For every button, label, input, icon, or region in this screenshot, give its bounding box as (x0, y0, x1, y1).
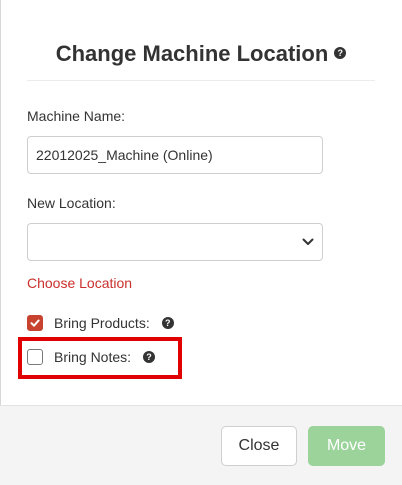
check-icon (30, 319, 40, 327)
new-location-select[interactable] (27, 223, 323, 261)
bring-products-row: Bring Products: ? (27, 314, 174, 332)
close-button[interactable]: Close (221, 426, 297, 466)
title-help-icon[interactable]: ? (334, 47, 347, 60)
title-divider (27, 80, 375, 81)
dialog-title: Change Machine Location? (0, 40, 402, 67)
move-button[interactable]: Move (308, 426, 385, 466)
chevron-down-icon (302, 238, 314, 245)
highlight-box (18, 337, 182, 379)
bring-products-label: Bring Products: (54, 315, 150, 331)
dialog-title-text: Change Machine Location (55, 41, 329, 67)
dialog-footer: Close Move (0, 405, 402, 485)
bring-products-checkbox[interactable] (27, 315, 43, 331)
change-location-dialog: Change Machine Location? Machine Name: N… (0, 0, 402, 485)
location-error-text: Choose Location (27, 275, 133, 291)
new-location-label: New Location: (27, 195, 116, 211)
machine-name-input[interactable] (27, 136, 323, 174)
machine-name-label: Machine Name: (27, 108, 126, 124)
bring-products-help-icon[interactable]: ? (161, 317, 174, 329)
